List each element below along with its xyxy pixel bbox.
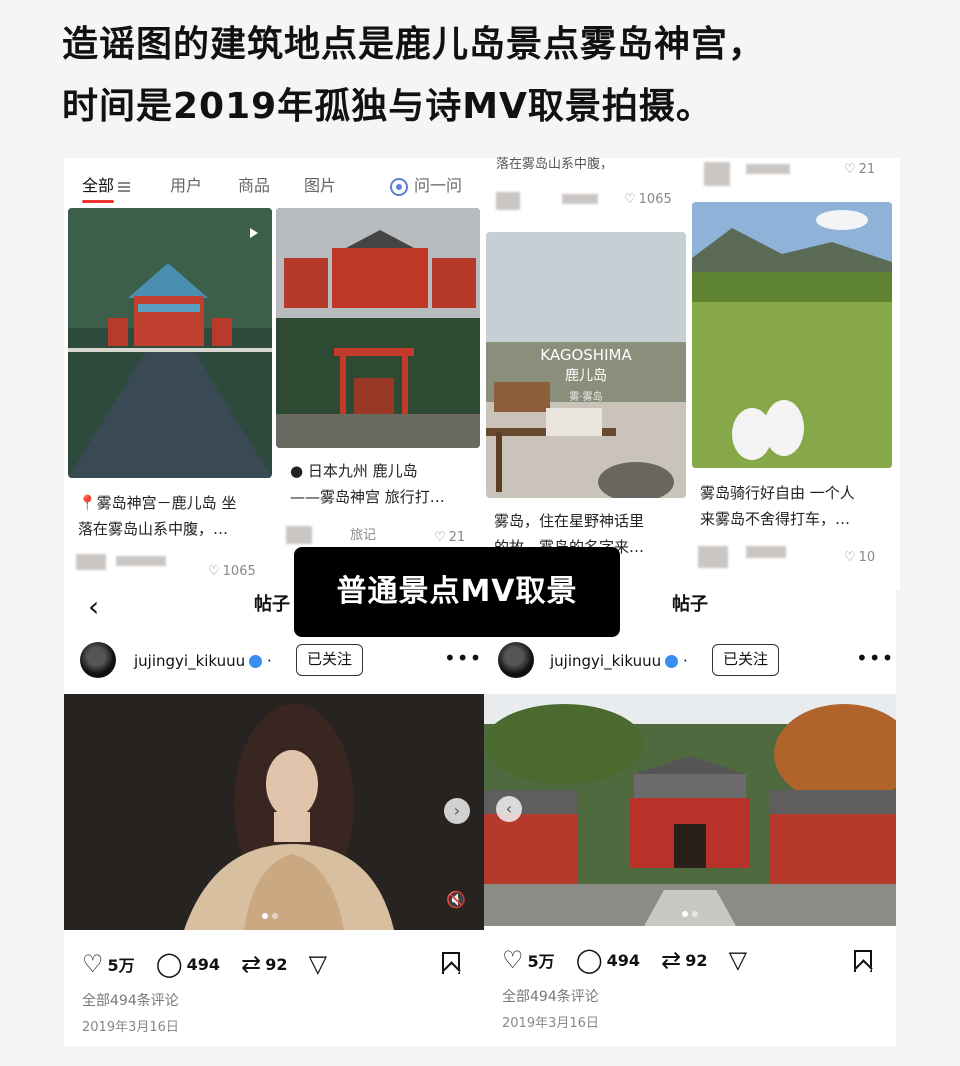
tab-users[interactable]: 用户	[170, 172, 202, 196]
comment-icon[interactable]: ◯	[156, 950, 183, 978]
card-3-image[interactable]: KAGOSHIMA 鹿儿岛 雾·雾岛	[486, 232, 686, 498]
kirishima-text: 雾·雾岛	[569, 390, 602, 403]
repost-icon[interactable]: ⇄	[241, 950, 261, 978]
prev-media-button[interactable]: ‹	[496, 796, 522, 822]
tab-ask[interactable]: 问一问	[390, 172, 462, 196]
tab-products[interactable]: 商品	[238, 172, 270, 196]
username[interactable]: jujingyi_kikuuu ·	[134, 652, 272, 670]
sparkle-icon	[390, 177, 408, 196]
post-header-title: 帖子	[672, 594, 708, 615]
action-bar: ♡ 5万 ◯ 494 ⇄ 92 ▽	[502, 946, 751, 974]
search-tabs: 全部 用户 商品 图片 问一问	[64, 164, 482, 203]
avatar-blurred	[286, 526, 312, 544]
heart-icon: ♡	[624, 192, 636, 207]
all-comments-link[interactable]: 全部494条评论	[502, 986, 599, 1006]
post-header-title: 帖子	[254, 594, 290, 615]
share-icon[interactable]: ▽	[309, 950, 327, 978]
avatar-blurred	[698, 546, 728, 568]
avatar[interactable]	[80, 642, 116, 678]
more-icon[interactable]: •••	[856, 646, 894, 670]
action-bar: ♡ 5万 ◯ 494 ⇄ 92 ▽	[82, 950, 331, 978]
post-media[interactable]	[64, 694, 484, 930]
verified-icon	[249, 655, 263, 668]
heart-icon: ♡	[844, 162, 856, 177]
comment-icon[interactable]: ◯	[576, 946, 603, 974]
username-blurred	[746, 546, 786, 558]
follow-button[interactable]: 已关注	[296, 644, 364, 676]
carousel-dots	[260, 904, 280, 923]
bookmark-icon[interactable]	[442, 952, 460, 974]
kagoshima-cn-text: 鹿儿岛	[565, 367, 607, 384]
like-count: 5万	[527, 952, 555, 971]
share-icon[interactable]: ▽	[729, 946, 747, 974]
kagoshima-text: KAGOSHIMA	[540, 346, 632, 364]
tab-images[interactable]: 图片	[304, 172, 336, 196]
carousel-dots	[680, 902, 700, 921]
comment-count: 494	[186, 954, 221, 974]
like-count: 5万	[107, 956, 135, 975]
heart-icon: ♡	[844, 550, 856, 565]
heart-icon[interactable]: ♡	[82, 950, 104, 978]
overlay-label: 普通景点MV取景	[294, 547, 620, 637]
card-2-image[interactable]	[276, 208, 480, 448]
back-icon[interactable]: ‹	[88, 590, 99, 623]
username-blurred	[562, 194, 598, 204]
more-icon[interactable]: •••	[444, 646, 482, 670]
card-2-title[interactable]: ● 日本九州 鹿儿岛 ——雾岛神宫 旅行打…	[290, 458, 480, 510]
headline-line-2: 时间是2019年孤独与诗MV取景拍摄。	[62, 86, 713, 127]
post-right: 帖子 jujingyi_kikuuu · 已关注 ••• ‹ ♡ 5万 ◯ 494 …	[484, 580, 896, 1046]
card-3-top-text: 落在雾岛山系中腹，	[496, 157, 614, 172]
post-media[interactable]	[484, 694, 896, 926]
comment-count: 494	[606, 950, 641, 970]
search-results-panel: 全部 用户 商品 图片 问一问 📍雾岛神宫－鹿儿岛 坐 落在雾岛山系中腹，… ♡…	[64, 158, 482, 590]
card-4-title[interactable]: 雾岛骑行好自由 一个人 来雾岛不舍得打车，…	[700, 480, 896, 532]
repost-icon[interactable]: ⇄	[661, 946, 681, 974]
username-blurred	[746, 164, 790, 174]
heart-icon[interactable]: ♡	[502, 946, 524, 974]
card-1-likes[interactable]: ♡ 1065	[208, 564, 256, 579]
card-4-likes[interactable]: ♡ 10	[844, 550, 875, 565]
avatar[interactable]	[498, 642, 534, 678]
avatar-blurred	[704, 162, 730, 186]
next-media-button[interactable]: ›	[444, 798, 470, 824]
repost-count: 92	[685, 950, 708, 970]
post-date: 2019年3月16日	[502, 1016, 599, 1031]
active-tab-indicator	[82, 200, 114, 203]
post-left: ‹ 帖子 jujingyi_kikuuu · 已关注 ••• › 🔇 ♡ 5万 ◯…	[64, 580, 484, 1046]
card-1-image[interactable]	[68, 208, 272, 478]
card-1-title[interactable]: 📍雾岛神宫－鹿儿岛 坐 落在雾岛山系中腹，…	[78, 490, 274, 542]
card-2-tag: 旅记	[350, 528, 377, 543]
card-4-likes-top[interactable]: ♡ 21	[844, 162, 875, 177]
repost-count: 92	[265, 954, 288, 974]
card-2-likes[interactable]: ♡ 21	[434, 530, 465, 545]
headline: 造谣图的建筑地点是鹿儿岛景点雾岛神宫， 时间是2019年孤独与诗MV取景拍摄。	[62, 14, 922, 138]
mute-icon[interactable]: 🔇	[446, 890, 466, 909]
verified-icon	[665, 655, 679, 668]
bookmark-icon[interactable]	[854, 950, 872, 972]
avatar-blurred	[76, 554, 106, 570]
headline-line-1: 造谣图的建筑地点是鹿儿岛景点雾岛神宫，	[62, 24, 766, 65]
filter-icon	[118, 181, 131, 192]
card-4-image[interactable]	[692, 202, 892, 468]
tab-all[interactable]: 全部	[82, 172, 131, 196]
card-3-likes-top[interactable]: ♡ 1065	[624, 192, 672, 207]
username-blurred	[116, 556, 166, 566]
heart-icon: ♡	[208, 564, 220, 579]
search-results-panel-2: 落在雾岛山系中腹， ♡ 1065 ♡ 21 KAGOSHIMA 鹿儿岛 雾·雾岛 雾…	[482, 157, 900, 590]
heart-icon: ♡	[434, 530, 446, 545]
avatar-blurred	[496, 192, 520, 210]
username[interactable]: jujingyi_kikuuu ·	[550, 652, 688, 670]
follow-button[interactable]: 已关注	[712, 644, 780, 676]
all-comments-link[interactable]: 全部494条评论	[82, 990, 179, 1010]
post-date: 2019年3月16日	[82, 1020, 179, 1035]
